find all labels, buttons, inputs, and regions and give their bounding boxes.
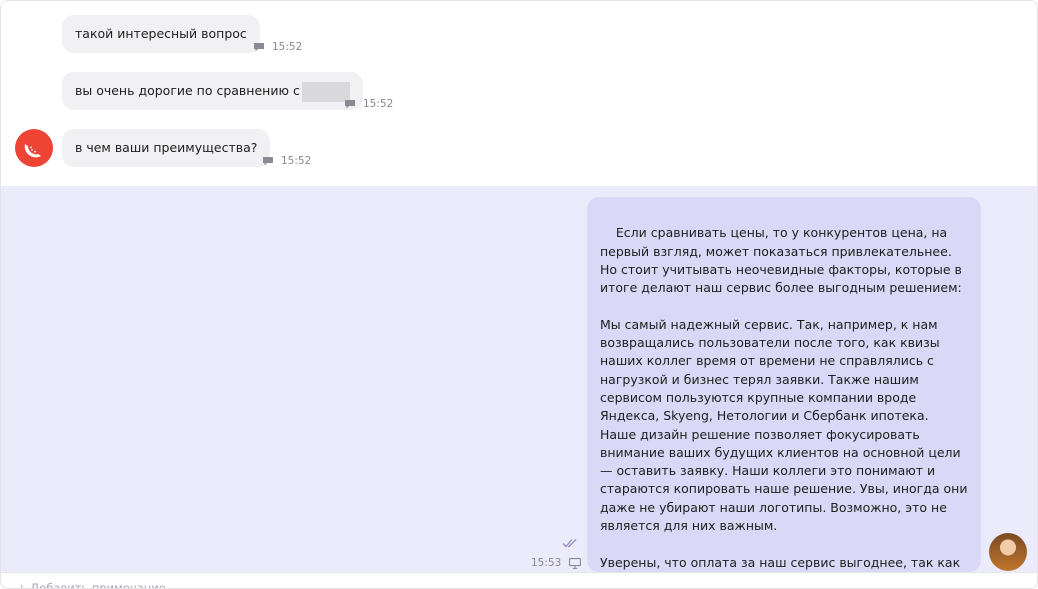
incoming-area: такой интересный вопрос 15:52 вы очень д… bbox=[1, 1, 1037, 186]
watermelon-icon bbox=[24, 144, 41, 158]
message-text: Если сравнивать цены, то у конкурентов ц… bbox=[600, 225, 968, 570]
message-meta: 15:52 bbox=[254, 40, 302, 54]
bot-avatar[interactable] bbox=[15, 129, 53, 167]
message-bubble-incoming[interactable]: вы очень дорогие по сравнению с bbox=[62, 72, 363, 110]
chat-window: такой интересный вопрос 15:52 вы очень д… bbox=[0, 0, 1038, 589]
monitor-icon bbox=[569, 557, 582, 569]
message-time: 15:53 bbox=[531, 557, 562, 569]
message-bubble-incoming[interactable]: такой интересный вопрос bbox=[62, 15, 260, 53]
double-check-icon bbox=[562, 539, 577, 548]
redacted-block bbox=[301, 81, 350, 102]
note-footer: + Добавить примечание bbox=[1, 572, 1037, 588]
comment-icon[interactable] bbox=[254, 42, 264, 52]
message-time: 15:52 bbox=[281, 155, 312, 167]
message-time: 15:52 bbox=[272, 41, 303, 53]
message-meta: 15:52 bbox=[345, 97, 393, 111]
message-time: 15:52 bbox=[363, 98, 394, 110]
message-text: такой интересный вопрос bbox=[75, 26, 247, 41]
message-meta: 15:53 bbox=[531, 557, 582, 569]
message-bubble-outgoing[interactable]: Если сравнивать цены, то у конкурентов ц… bbox=[587, 197, 981, 572]
message-text: вы очень дорогие по сравнению с bbox=[75, 83, 300, 98]
comment-icon[interactable] bbox=[263, 156, 273, 166]
message-meta: 15:52 bbox=[263, 154, 311, 168]
user-avatar[interactable] bbox=[989, 533, 1027, 571]
message-text: в чем ваши преимущества? bbox=[75, 140, 258, 155]
comment-icon[interactable] bbox=[345, 99, 355, 109]
add-note-link[interactable]: + Добавить примечание bbox=[17, 581, 166, 588]
message-bubble-incoming[interactable]: в чем ваши преимущества? bbox=[62, 129, 271, 167]
